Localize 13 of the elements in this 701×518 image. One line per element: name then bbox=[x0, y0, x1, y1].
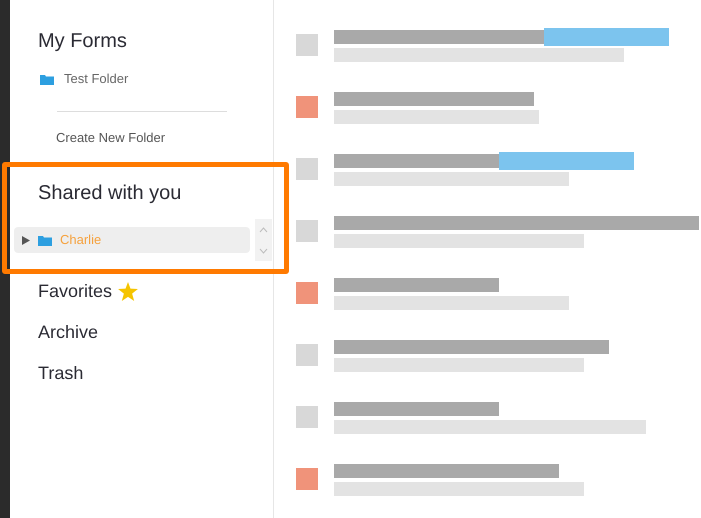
nav-item[interactable]: Trash bbox=[38, 361, 273, 385]
folder-icon bbox=[38, 234, 52, 246]
chevron-up-icon[interactable] bbox=[259, 226, 268, 232]
section-heading: My Forms bbox=[38, 29, 128, 53]
chevron-down-icon[interactable] bbox=[259, 248, 268, 254]
caret-right-icon[interactable] bbox=[22, 236, 30, 244]
nav-item[interactable]: Archive bbox=[38, 320, 273, 344]
folder-item[interactable]: Test Folder bbox=[40, 71, 273, 87]
nav-item[interactable]: Favorites bbox=[38, 279, 273, 303]
section-heading: Shared with you bbox=[38, 181, 182, 205]
folder-icon bbox=[40, 73, 54, 85]
scroll-buttons[interactable] bbox=[255, 219, 272, 261]
create-folder-link[interactable]: Create New Folder bbox=[56, 130, 273, 146]
